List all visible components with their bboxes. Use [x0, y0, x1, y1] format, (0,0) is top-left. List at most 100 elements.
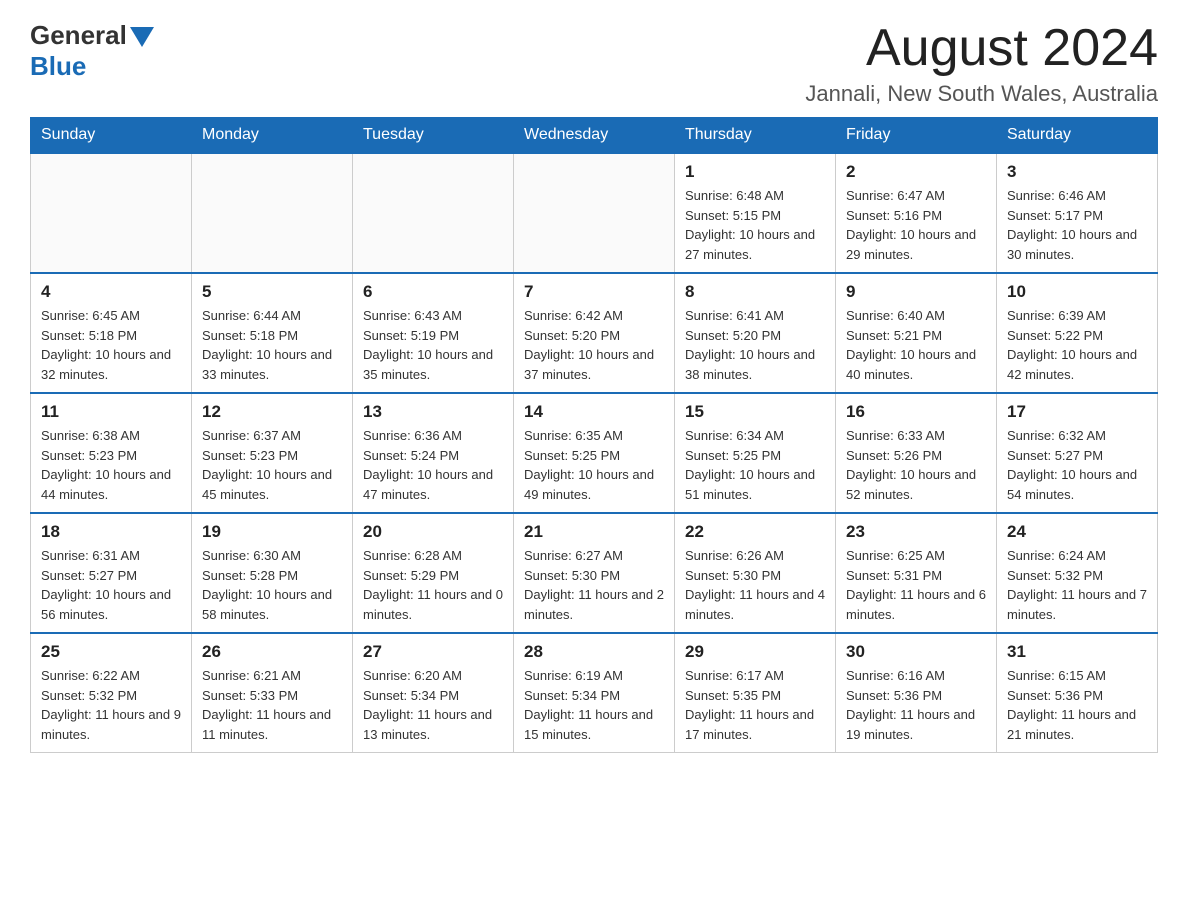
- calendar-cell: 11 Sunrise: 6:38 AMSunset: 5:23 PMDayligh…: [31, 393, 192, 513]
- calendar-cell: 5 Sunrise: 6:44 AMSunset: 5:18 PMDaylight…: [192, 273, 353, 393]
- day-info: Sunrise: 6:31 AMSunset: 5:27 PMDaylight:…: [41, 546, 181, 624]
- day-number: 30: [846, 642, 986, 662]
- title-area: August 2024 Jannali, New South Wales, Au…: [805, 20, 1158, 107]
- calendar-day-header: Friday: [836, 118, 997, 154]
- week-row: 18 Sunrise: 6:31 AMSunset: 5:27 PMDayligh…: [31, 513, 1158, 633]
- calendar-cell: 17 Sunrise: 6:32 AMSunset: 5:27 PMDayligh…: [997, 393, 1158, 513]
- calendar-day-header: Sunday: [31, 118, 192, 154]
- day-number: 10: [1007, 282, 1147, 302]
- logo-triangle-icon: [130, 27, 154, 47]
- calendar-day-header: Monday: [192, 118, 353, 154]
- calendar-cell: 24Sunrise: 6:24 AMSunset: 5:32 PMDayligh…: [997, 513, 1158, 633]
- day-info: Sunrise: 6:20 AMSunset: 5:34 PMDaylight:…: [363, 666, 503, 744]
- day-info: Sunrise: 6:37 AMSunset: 5:23 PMDaylight:…: [202, 426, 342, 504]
- location-subtitle: Jannali, New South Wales, Australia: [805, 81, 1158, 107]
- day-number: 4: [41, 282, 181, 302]
- calendar-cell: 13 Sunrise: 6:36 AMSunset: 5:24 PMDayligh…: [353, 393, 514, 513]
- day-info: Sunrise: 6:40 AMSunset: 5:21 PMDaylight:…: [846, 306, 986, 384]
- day-info: Sunrise: 6:22 AMSunset: 5:32 PMDaylight:…: [41, 666, 181, 744]
- day-info: Sunrise: 6:15 AMSunset: 5:36 PMDaylight:…: [1007, 666, 1147, 744]
- day-info: Sunrise: 6:46 AMSunset: 5:17 PMDaylight:…: [1007, 186, 1147, 264]
- day-number: 17: [1007, 402, 1147, 422]
- calendar-cell: 1 Sunrise: 6:48 AMSunset: 5:15 PMDaylight…: [675, 153, 836, 273]
- calendar-cell: 28Sunrise: 6:19 AMSunset: 5:34 PMDayligh…: [514, 633, 675, 753]
- day-number: 14: [524, 402, 664, 422]
- day-number: 13: [363, 402, 503, 422]
- day-info: Sunrise: 6:25 AMSunset: 5:31 PMDaylight:…: [846, 546, 986, 624]
- calendar-cell: 23 Sunrise: 6:25 AMSunset: 5:31 PMDayligh…: [836, 513, 997, 633]
- day-info: Sunrise: 6:27 AMSunset: 5:30 PMDaylight:…: [524, 546, 664, 624]
- week-row: 1 Sunrise: 6:48 AMSunset: 5:15 PMDaylight…: [31, 153, 1158, 273]
- calendar-cell: [31, 153, 192, 273]
- week-row: 25 Sunrise: 6:22 AMSunset: 5:32 PMDayligh…: [31, 633, 1158, 753]
- day-number: 29: [685, 642, 825, 662]
- day-info: Sunrise: 6:38 AMSunset: 5:23 PMDaylight:…: [41, 426, 181, 504]
- calendar-day-header: Wednesday: [514, 118, 675, 154]
- day-number: 2: [846, 162, 986, 182]
- month-title: August 2024: [805, 20, 1158, 77]
- day-info: Sunrise: 6:16 AMSunset: 5:36 PMDaylight:…: [846, 666, 986, 744]
- calendar-header-row: SundayMondayTuesdayWednesdayThursdayFrid…: [31, 118, 1158, 154]
- day-number: 1: [685, 162, 825, 182]
- day-number: 25: [41, 642, 181, 662]
- calendar-cell: 8Sunrise: 6:41 AMSunset: 5:20 PMDaylight…: [675, 273, 836, 393]
- calendar-cell: [192, 153, 353, 273]
- logo-blue-text: Blue: [30, 51, 86, 82]
- calendar-table: SundayMondayTuesdayWednesdayThursdayFrid…: [30, 117, 1158, 753]
- day-info: Sunrise: 6:32 AMSunset: 5:27 PMDaylight:…: [1007, 426, 1147, 504]
- day-number: 21: [524, 522, 664, 542]
- day-number: 3: [1007, 162, 1147, 182]
- calendar-day-header: Saturday: [997, 118, 1158, 154]
- calendar-cell: 26 Sunrise: 6:21 AMSunset: 5:33 PMDayligh…: [192, 633, 353, 753]
- day-info: Sunrise: 6:30 AMSunset: 5:28 PMDaylight:…: [202, 546, 342, 624]
- day-number: 18: [41, 522, 181, 542]
- calendar-cell: 21 Sunrise: 6:27 AMSunset: 5:30 PMDayligh…: [514, 513, 675, 633]
- page-header: General Blue August 2024 Jannali, New So…: [30, 20, 1158, 107]
- day-number: 27: [363, 642, 503, 662]
- calendar-cell: [353, 153, 514, 273]
- day-number: 28: [524, 642, 664, 662]
- day-info: Sunrise: 6:36 AMSunset: 5:24 PMDaylight:…: [363, 426, 503, 504]
- calendar-cell: 19 Sunrise: 6:30 AMSunset: 5:28 PMDayligh…: [192, 513, 353, 633]
- calendar-cell: 31 Sunrise: 6:15 AMSunset: 5:36 PMDayligh…: [997, 633, 1158, 753]
- calendar-cell: 6Sunrise: 6:43 AMSunset: 5:19 PMDaylight…: [353, 273, 514, 393]
- day-number: 20: [363, 522, 503, 542]
- day-info: Sunrise: 6:28 AMSunset: 5:29 PMDaylight:…: [363, 546, 503, 624]
- day-info: Sunrise: 6:39 AMSunset: 5:22 PMDaylight:…: [1007, 306, 1147, 384]
- day-number: 24: [1007, 522, 1147, 542]
- week-row: 11 Sunrise: 6:38 AMSunset: 5:23 PMDayligh…: [31, 393, 1158, 513]
- calendar-cell: 4 Sunrise: 6:45 AMSunset: 5:18 PMDaylight…: [31, 273, 192, 393]
- day-number: 15: [685, 402, 825, 422]
- calendar-cell: 9 Sunrise: 6:40 AMSunset: 5:21 PMDaylight…: [836, 273, 997, 393]
- day-info: Sunrise: 6:43 AMSunset: 5:19 PMDaylight:…: [363, 306, 503, 384]
- day-number: 16: [846, 402, 986, 422]
- day-number: 9: [846, 282, 986, 302]
- day-info: Sunrise: 6:44 AMSunset: 5:18 PMDaylight:…: [202, 306, 342, 384]
- day-info: Sunrise: 6:21 AMSunset: 5:33 PMDaylight:…: [202, 666, 342, 744]
- day-info: Sunrise: 6:48 AMSunset: 5:15 PMDaylight:…: [685, 186, 825, 264]
- day-info: Sunrise: 6:45 AMSunset: 5:18 PMDaylight:…: [41, 306, 181, 384]
- calendar-cell: 12Sunrise: 6:37 AMSunset: 5:23 PMDayligh…: [192, 393, 353, 513]
- logo-general-text: General: [30, 20, 127, 51]
- day-number: 26: [202, 642, 342, 662]
- day-number: 23: [846, 522, 986, 542]
- calendar-cell: 7 Sunrise: 6:42 AMSunset: 5:20 PMDaylight…: [514, 273, 675, 393]
- day-info: Sunrise: 6:42 AMSunset: 5:20 PMDaylight:…: [524, 306, 664, 384]
- calendar-cell: 25 Sunrise: 6:22 AMSunset: 5:32 PMDayligh…: [31, 633, 192, 753]
- calendar-cell: 18 Sunrise: 6:31 AMSunset: 5:27 PMDayligh…: [31, 513, 192, 633]
- day-number: 31: [1007, 642, 1147, 662]
- day-number: 11: [41, 402, 181, 422]
- day-info: Sunrise: 6:35 AMSunset: 5:25 PMDaylight:…: [524, 426, 664, 504]
- calendar-cell: 29 Sunrise: 6:17 AMSunset: 5:35 PMDayligh…: [675, 633, 836, 753]
- calendar-cell: 22Sunrise: 6:26 AMSunset: 5:30 PMDayligh…: [675, 513, 836, 633]
- calendar-cell: 16 Sunrise: 6:33 AMSunset: 5:26 PMDayligh…: [836, 393, 997, 513]
- day-number: 5: [202, 282, 342, 302]
- day-info: Sunrise: 6:41 AMSunset: 5:20 PMDaylight:…: [685, 306, 825, 384]
- day-info: Sunrise: 6:33 AMSunset: 5:26 PMDaylight:…: [846, 426, 986, 504]
- day-info: Sunrise: 6:17 AMSunset: 5:35 PMDaylight:…: [685, 666, 825, 744]
- calendar-cell: 14 Sunrise: 6:35 AMSunset: 5:25 PMDayligh…: [514, 393, 675, 513]
- calendar-cell: 15 Sunrise: 6:34 AMSunset: 5:25 PMDayligh…: [675, 393, 836, 513]
- day-info: Sunrise: 6:34 AMSunset: 5:25 PMDaylight:…: [685, 426, 825, 504]
- day-number: 19: [202, 522, 342, 542]
- day-number: 7: [524, 282, 664, 302]
